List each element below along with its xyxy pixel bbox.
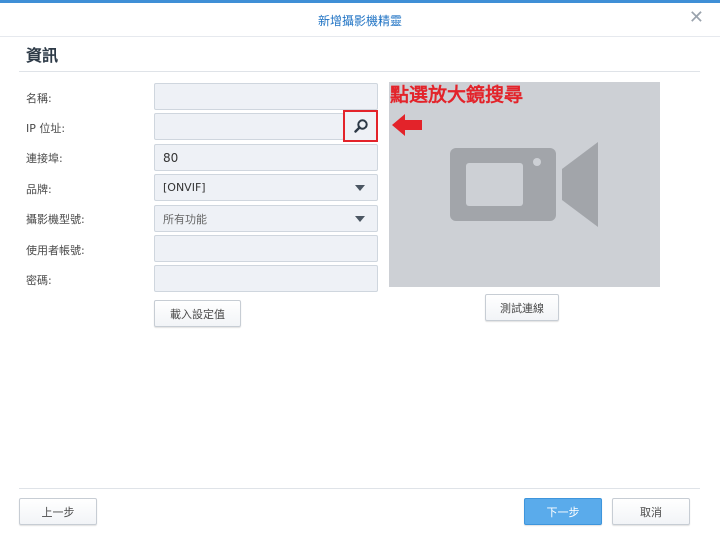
dialog-titlebar: 新增攝影機精靈 ✕: [0, 3, 720, 37]
section-title: 資訊: [26, 46, 59, 65]
footer-divider: [19, 488, 700, 489]
next-button[interactable]: 下一步: [524, 498, 602, 525]
search-button[interactable]: [343, 110, 378, 142]
annotation-text: 點選放大鏡搜尋: [390, 84, 524, 106]
model-select[interactable]: 所有功能: [154, 205, 378, 232]
cancel-button[interactable]: 取消: [612, 498, 690, 525]
load-defaults-button[interactable]: 載入設定值: [154, 300, 241, 327]
name-input[interactable]: [154, 83, 378, 110]
dialog-title: 新增攝影機精靈: [317, 14, 402, 28]
search-icon: [353, 119, 368, 133]
username-label: 使用者帳號:: [26, 244, 85, 257]
username-input[interactable]: [154, 235, 378, 262]
previous-button[interactable]: 上一步: [19, 498, 97, 525]
chevron-down-icon: [355, 184, 365, 191]
close-icon[interactable]: ✕: [689, 9, 704, 27]
brand-select[interactable]: [ONVIF]: [154, 174, 378, 201]
port-label: 連接埠:: [26, 152, 63, 165]
camera-preview: [389, 82, 660, 287]
name-label: 名稱:: [26, 92, 52, 105]
password-label: 密碼:: [26, 274, 52, 287]
video-camera-icon: [450, 142, 598, 227]
ip-input[interactable]: [154, 113, 344, 140]
password-input[interactable]: [154, 265, 378, 292]
ip-label: IP 位址:: [26, 122, 66, 135]
port-input[interactable]: [154, 144, 378, 171]
arrow-left-icon: [392, 114, 422, 136]
chevron-down-icon: [355, 215, 365, 222]
brand-label: 品牌:: [26, 183, 52, 196]
brand-select-value: [ONVIF]: [163, 181, 206, 194]
model-label: 攝影機型號:: [26, 213, 85, 226]
section-divider: [19, 71, 700, 72]
test-connection-button[interactable]: 測試連線: [485, 294, 559, 321]
model-select-value: 所有功能: [163, 212, 207, 226]
